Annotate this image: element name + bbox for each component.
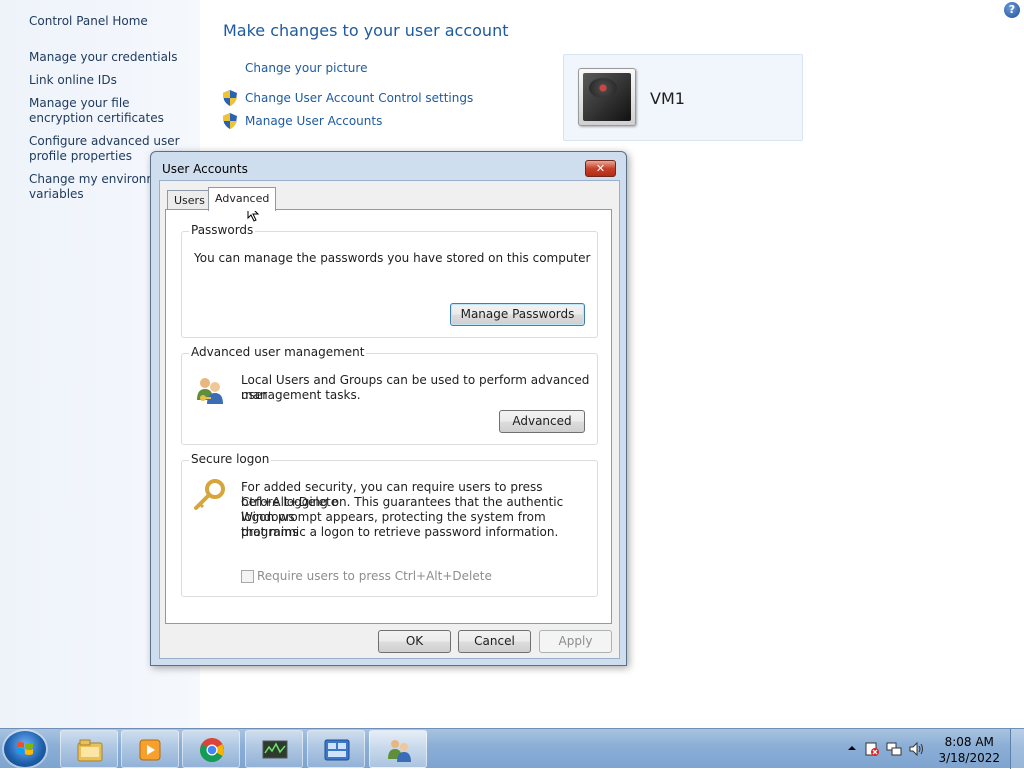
system-tray: 8:08 AM 3/18/2022 bbox=[834, 729, 1024, 769]
page-title: Make changes to your user account bbox=[223, 21, 509, 40]
taskbar-file-explorer[interactable] bbox=[60, 730, 118, 768]
clock-date: 3/18/2022 bbox=[938, 751, 1000, 765]
taskbar-network-monitor[interactable] bbox=[245, 730, 303, 768]
passwords-group: Passwords You can manage the passwords y… bbox=[181, 223, 598, 338]
volume-icon[interactable] bbox=[908, 741, 924, 757]
passwords-description: You can manage the passwords you have st… bbox=[194, 251, 591, 265]
advanced-management-group-title: Advanced user management bbox=[189, 345, 367, 359]
change-picture-link[interactable]: Change your picture bbox=[245, 61, 367, 75]
user-avatar[interactable] bbox=[578, 68, 636, 126]
advanced-management-description-line2: management tasks. bbox=[241, 388, 361, 402]
turntable-icon bbox=[589, 78, 617, 98]
network-monitor-icon bbox=[262, 740, 288, 759]
dialog-title: User Accounts bbox=[162, 162, 248, 176]
network-icon[interactable] bbox=[886, 741, 902, 757]
taskbar-media-player[interactable] bbox=[121, 730, 179, 768]
user-accounts-icon bbox=[388, 740, 411, 762]
chrome-icon bbox=[200, 738, 224, 763]
secure-logon-group-title: Secure logon bbox=[189, 452, 272, 466]
passwords-group-title: Passwords bbox=[189, 223, 256, 237]
sidebar-item-encryption-certificates[interactable]: Manage your file encryption certificates bbox=[29, 96, 194, 126]
require-ctrl-alt-delete-checkbox[interactable] bbox=[241, 570, 254, 583]
manage-passwords-button[interactable]: Manage Passwords bbox=[450, 303, 585, 326]
dialog-body: Users Advanced Passwords You can manage … bbox=[159, 180, 620, 659]
secure-logon-group: Secure logon For added security, you can… bbox=[181, 452, 598, 597]
taskbar-chrome[interactable] bbox=[182, 730, 240, 768]
control-panel-home-link[interactable]: Control Panel Home bbox=[29, 14, 194, 29]
control-panel-icon bbox=[324, 739, 350, 761]
cancel-button[interactable]: Cancel bbox=[458, 630, 531, 653]
tab-advanced[interactable]: Advanced bbox=[208, 187, 277, 211]
advanced-tab-panel: Passwords You can manage the passwords y… bbox=[165, 209, 612, 624]
windows-logo-icon bbox=[17, 742, 33, 755]
file-explorer-icon bbox=[77, 739, 103, 762]
shield-icon bbox=[223, 90, 237, 106]
advanced-button[interactable]: Advanced bbox=[499, 410, 585, 433]
sidebar-item-credentials[interactable]: Manage your credentials bbox=[29, 50, 194, 65]
sidebar-item-online-ids[interactable]: Link online IDs bbox=[29, 73, 194, 88]
manage-user-accounts-link[interactable]: Manage User Accounts bbox=[245, 114, 382, 128]
action-center-icon[interactable] bbox=[864, 741, 880, 757]
users-group-icon bbox=[197, 378, 223, 404]
ok-button[interactable]: OK bbox=[378, 630, 451, 653]
uac-settings-link[interactable]: Change User Account Control settings bbox=[245, 91, 473, 105]
require-ctrl-alt-delete-label[interactable]: Require users to press Ctrl+Alt+Delete bbox=[257, 569, 492, 584]
key-icon bbox=[194, 479, 225, 510]
user-accounts-dialog: User Accounts ✕ Users Advanced Passwords… bbox=[150, 151, 627, 666]
taskbar: 8:08 AM 3/18/2022 bbox=[0, 728, 1024, 769]
shield-icon bbox=[223, 113, 237, 129]
show-hidden-icons-icon[interactable] bbox=[848, 744, 856, 752]
clock-time: 8:08 AM bbox=[944, 735, 994, 749]
clock[interactable]: 8:08 AM 3/18/2022 bbox=[938, 734, 1000, 766]
help-icon[interactable]: ? bbox=[1004, 2, 1020, 18]
tab-users[interactable]: Users bbox=[167, 190, 212, 210]
taskbar-user-accounts[interactable] bbox=[369, 730, 427, 768]
user-account-card: VM1 bbox=[563, 54, 803, 141]
media-player-icon bbox=[139, 739, 161, 761]
show-desktop-button[interactable] bbox=[1010, 729, 1024, 769]
taskbar-control-panel[interactable] bbox=[307, 730, 365, 768]
advanced-user-management-group: Advanced user management Local Users and… bbox=[181, 345, 598, 445]
user-name: VM1 bbox=[650, 89, 685, 108]
close-button[interactable]: ✕ bbox=[585, 160, 616, 177]
apply-button[interactable]: Apply bbox=[539, 630, 612, 653]
secure-logon-description-line4: that mimic a logon to retrieve password … bbox=[241, 525, 559, 539]
start-button[interactable] bbox=[4, 731, 46, 767]
